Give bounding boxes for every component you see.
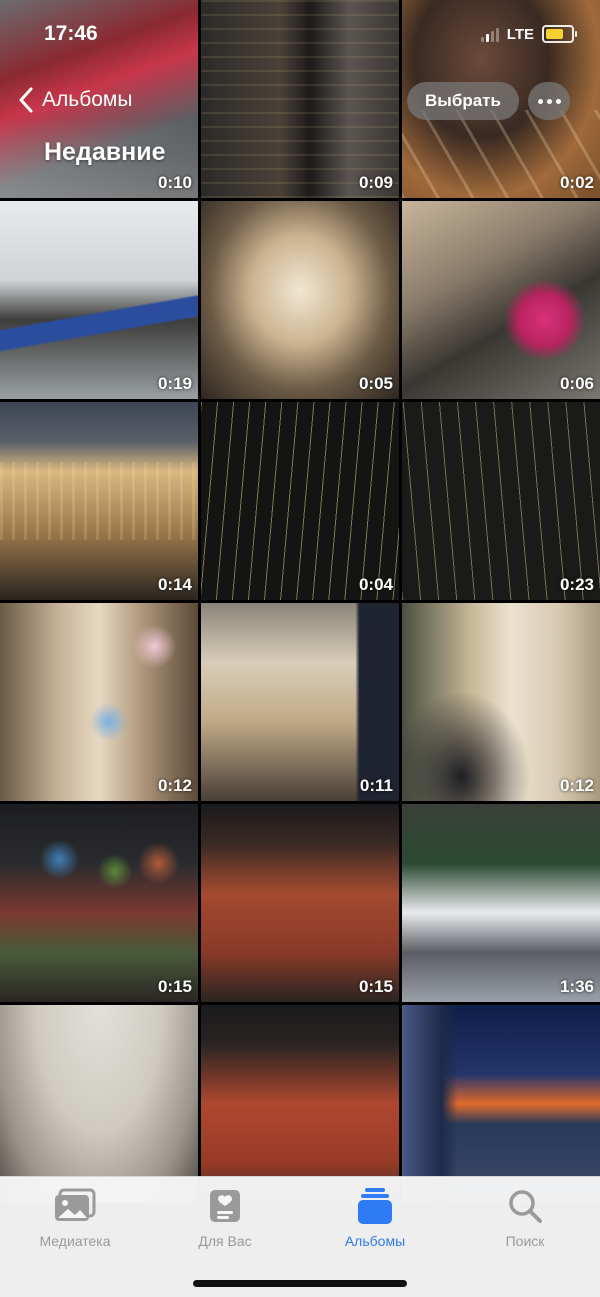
tab-albums[interactable]: Альбомы <box>300 1185 450 1249</box>
tab-label: Медиатека <box>39 1233 111 1249</box>
video-duration: 0:23 <box>559 575 594 594</box>
video-thumbnail[interactable]: 0:14 <box>0 402 198 600</box>
video-thumbnail[interactable]: 1:36 <box>402 804 600 1002</box>
video-duration: 0:19 <box>157 374 192 393</box>
video-duration: 0:06 <box>559 374 594 393</box>
video-duration: 0:15 <box>358 977 393 996</box>
select-button[interactable]: Выбрать <box>407 82 519 120</box>
status-time: 17:46 <box>44 22 98 45</box>
video-duration: 0:05 <box>358 374 393 393</box>
video-thumbnail[interactable] <box>201 1005 399 1203</box>
video-thumbnail[interactable] <box>402 1005 600 1203</box>
video-thumbnail[interactable]: 0:04 <box>201 402 399 600</box>
chevron-left-icon <box>19 87 33 113</box>
video-duration: 0:09 <box>358 173 393 192</box>
video-duration: 0:14 <box>157 575 192 594</box>
tab-search[interactable]: Поиск <box>450 1185 600 1249</box>
tab-label: Поиск <box>505 1233 545 1249</box>
page-title: Недавние <box>44 138 166 166</box>
home-indicator[interactable] <box>193 1280 407 1287</box>
video-thumbnail[interactable]: 0:15 <box>201 804 399 1002</box>
tab-label: Для Вас <box>198 1233 252 1249</box>
video-duration: 0:15 <box>157 977 192 996</box>
photos-library-icon <box>55 1188 96 1221</box>
cellular-signal-icon <box>480 26 499 42</box>
video-duration: 0:02 <box>559 173 594 192</box>
back-button-label: Альбомы <box>42 88 133 111</box>
tab-label: Альбомы <box>344 1233 406 1249</box>
video-duration: 0:11 <box>359 776 393 795</box>
photo-grid: 0:10 0:09 0:02 0:19 0:05 0:06 0:14 0:04 <box>0 0 600 1203</box>
video-thumbnail[interactable]: 0:12 <box>402 603 600 801</box>
video-thumbnail[interactable]: 0:05 <box>201 201 399 399</box>
back-button[interactable]: Альбомы <box>18 86 132 114</box>
tab-library[interactable]: Медиатека <box>0 1185 150 1249</box>
tab-for-you[interactable]: Для Вас <box>150 1185 300 1249</box>
video-duration: 0:04 <box>358 575 393 594</box>
for-you-icon <box>210 1190 240 1222</box>
video-thumbnail[interactable]: 0:12 <box>0 603 198 801</box>
video-thumbnail[interactable]: 0:19 <box>0 201 198 399</box>
battery-icon <box>542 25 577 43</box>
ellipsis-icon <box>537 98 561 104</box>
video-duration: 0:12 <box>559 776 594 795</box>
video-duration: 0:12 <box>157 776 192 795</box>
video-thumbnail[interactable]: 0:09 <box>201 0 399 198</box>
search-icon <box>509 1190 542 1223</box>
more-options-button[interactable] <box>528 82 570 120</box>
tab-bar: Медиатека Для Вас Альбомы Поиск <box>0 1176 600 1297</box>
video-thumbnail[interactable]: 0:23 <box>402 402 600 600</box>
video-thumbnail[interactable]: 0:15 <box>0 804 198 1002</box>
network-type: LTE <box>506 25 534 43</box>
video-duration: 1:36 <box>559 977 594 996</box>
video-thumbnail[interactable]: 0:11 <box>201 603 399 801</box>
video-thumbnail[interactable] <box>0 1005 198 1203</box>
video-duration: 0:10 <box>157 173 192 192</box>
status-indicators: LTE <box>480 25 577 43</box>
albums-icon <box>358 1188 392 1224</box>
video-thumbnail[interactable]: 0:06 <box>402 201 600 399</box>
